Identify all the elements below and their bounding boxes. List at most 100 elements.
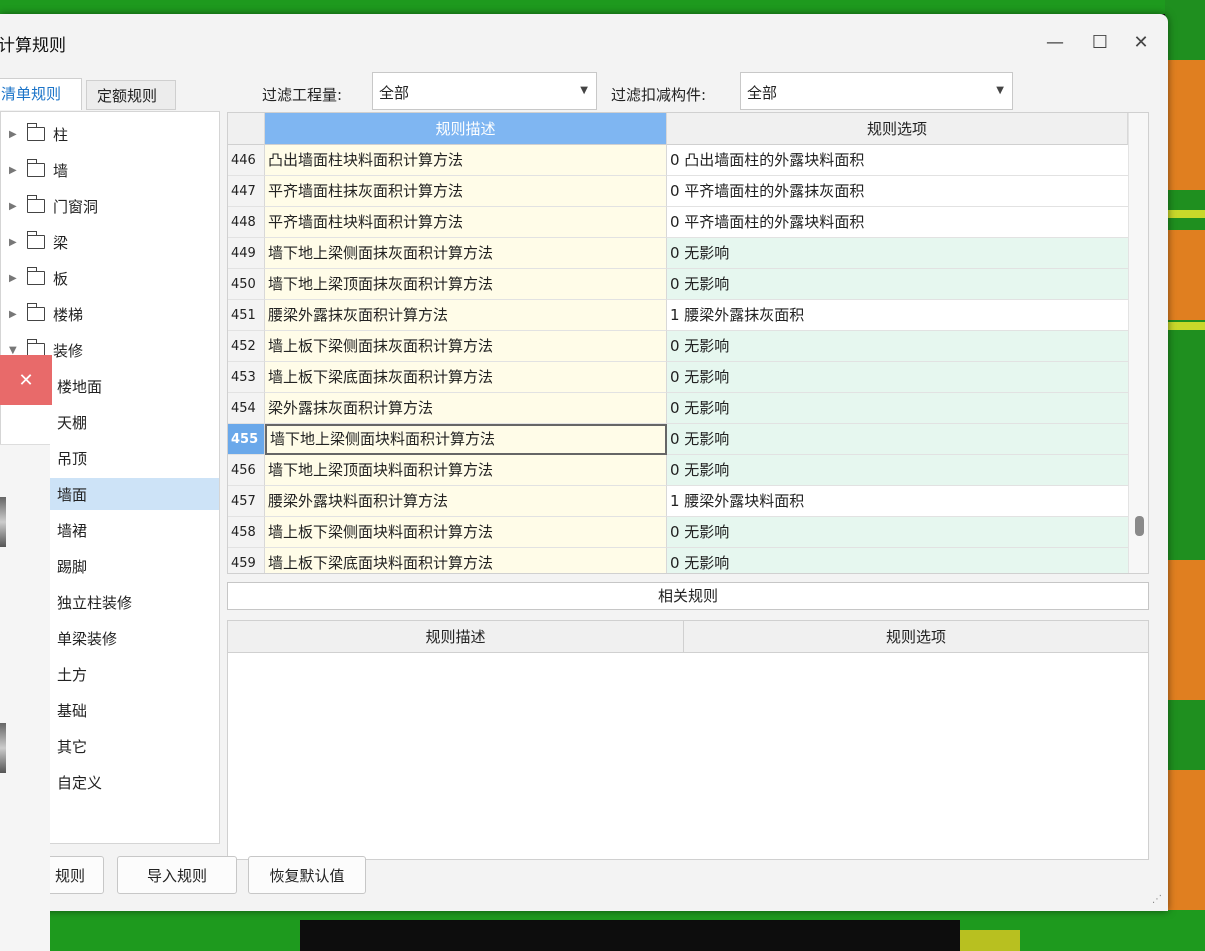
row-option[interactable]: 1 腰梁外露抹灰面积 <box>667 300 1128 331</box>
table-row[interactable]: 446 凸出墙面柱块料面积计算方法 0 凸出墙面柱的外露块料面积 <box>228 145 1128 176</box>
table-row[interactable]: 451 腰梁外露抹灰面积计算方法 1 腰梁外露抹灰面积 <box>228 300 1128 331</box>
tree-folder-column[interactable]: ▶ 柱 <box>1 118 219 150</box>
table-row[interactable]: 456 墙下地上梁顶面块料面积计算方法 0 无影响 <box>228 455 1128 486</box>
row-desc[interactable]: 腰梁外露块料面积计算方法 <box>265 486 667 517</box>
vertical-scrollbar[interactable] <box>1128 113 1148 573</box>
scrollbar-thumb[interactable] <box>1135 516 1144 536</box>
background-line <box>1168 322 1205 330</box>
row-option[interactable]: 0 无影响 <box>667 238 1128 269</box>
tree-folder-stairs[interactable]: ▶ 楼梯 <box>1 298 219 330</box>
import-rules-button[interactable]: 导入规则 <box>117 856 237 894</box>
row-desc[interactable]: 平齐墙面柱抹灰面积计算方法 <box>265 176 667 207</box>
thumbnail-image[interactable] <box>0 723 6 773</box>
tree-folder-label: 墙 <box>53 161 69 180</box>
row-desc[interactable]: 平齐墙面柱块料面积计算方法 <box>265 207 667 238</box>
filter-quantity-value: 全部 <box>379 84 410 102</box>
row-number: 449 <box>228 238 265 269</box>
tree-item-ceiling[interactable]: 天棚 <box>1 406 219 438</box>
expand-arrow-icon[interactable]: ▶ <box>9 201 23 212</box>
row-option[interactable]: 1 腰梁外露块料面积 <box>667 486 1128 517</box>
table-row[interactable]: 447 平齐墙面柱抹灰面积计算方法 0 平齐墙面柱的外露抹灰面积 <box>228 176 1128 207</box>
tree-folder-slab[interactable]: ▶ 板 <box>1 262 219 294</box>
expand-arrow-icon[interactable]: ▶ <box>9 165 23 176</box>
row-option[interactable]: 0 无影响 <box>667 393 1128 424</box>
row-number: 447 <box>228 176 265 207</box>
row-option[interactable]: 0 无影响 <box>667 269 1128 300</box>
minimize-button[interactable]: — <box>1040 28 1070 56</box>
grid-header-opt[interactable]: 规则选项 <box>667 113 1128 145</box>
grid-header-desc[interactable]: 规则描述 <box>265 113 667 145</box>
row-number: 457 <box>228 486 265 517</box>
table-row[interactable]: 450 墙下地上梁顶面抹灰面积计算方法 0 无影响 <box>228 269 1128 300</box>
tree-folder-beam[interactable]: ▶ 梁 <box>1 226 219 258</box>
filter-quantity-select[interactable]: 全部 ▼ <box>372 72 597 110</box>
title-bar[interactable]: 计算规则 — ☐ ✕ <box>0 14 1168 68</box>
collapse-arrow-icon[interactable]: ▼ <box>9 345 23 356</box>
table-row[interactable]: 458 墙上板下梁侧面块料面积计算方法 0 无影响 <box>228 517 1128 548</box>
row-option[interactable]: 0 无影响 <box>667 331 1128 362</box>
related-header-opt[interactable]: 规则选项 <box>684 621 1148 653</box>
table-row[interactable]: 452 墙上板下梁侧面抹灰面积计算方法 0 无影响 <box>228 331 1128 362</box>
tree-folder-openings[interactable]: ▶ 门窗洞 <box>1 190 219 222</box>
background-block <box>1168 770 1205 910</box>
row-number: 458 <box>228 517 265 548</box>
thumbnail-image[interactable] <box>0 497 6 547</box>
table-row[interactable]: 459 墙上板下梁底面块料面积计算方法 0 无影响 <box>228 548 1128 573</box>
tree-folder-label: 楼梯 <box>53 305 84 324</box>
row-option[interactable]: 0 凸出墙面柱的外露块料面积 <box>667 145 1128 176</box>
tab-quota-rules[interactable]: 定额规则 <box>86 80 176 110</box>
table-row[interactable]: 454 梁外露抹灰面积计算方法 0 无影响 <box>228 393 1128 424</box>
row-desc[interactable]: 墙上板下梁侧面抹灰面积计算方法 <box>265 331 667 362</box>
row-desc[interactable]: 墙上板下梁底面块料面积计算方法 <box>265 548 667 573</box>
row-option[interactable]: 0 平齐墙面柱的外露块料面积 <box>667 207 1128 238</box>
row-desc[interactable]: 墙下地上梁侧面块料面积计算方法 <box>265 424 667 455</box>
row-option[interactable]: 0 无影响 <box>667 424 1128 455</box>
tree-folder-wall[interactable]: ▶ 墙 <box>1 154 219 186</box>
tab-bill-rules[interactable]: 清单规则 <box>0 78 82 110</box>
background-block <box>1168 230 1205 320</box>
table-row[interactable]: 453 墙上板下梁底面抹灰面积计算方法 0 无影响 <box>228 362 1128 393</box>
tree-folder-label: 梁 <box>53 233 69 252</box>
related-rules-grid: 规则描述 规则选项 <box>227 620 1149 860</box>
restore-defaults-button[interactable]: 恢复默认值 <box>248 856 366 894</box>
row-desc[interactable]: 墙下地上梁侧面抹灰面积计算方法 <box>265 238 667 269</box>
expand-arrow-icon[interactable]: ▶ <box>9 129 23 140</box>
tree-folder-label: 装修 <box>53 341 84 360</box>
row-option[interactable]: 0 无影响 <box>667 362 1128 393</box>
row-option[interactable]: 0 无影响 <box>667 517 1128 548</box>
close-button[interactable]: ✕ <box>1126 28 1156 56</box>
expand-arrow-icon[interactable]: ▶ <box>9 273 23 284</box>
row-desc[interactable]: 墙下地上梁顶面抹灰面积计算方法 <box>265 269 667 300</box>
row-option[interactable]: 0 无影响 <box>667 548 1128 573</box>
related-header-desc[interactable]: 规则描述 <box>228 621 684 653</box>
background-block <box>1168 560 1205 700</box>
close-icon[interactable]: ✕ <box>0 355 52 405</box>
background-line <box>1168 210 1205 218</box>
row-desc[interactable]: 墙上板下梁侧面块料面积计算方法 <box>265 517 667 548</box>
filter-deduct-select[interactable]: 全部 ▼ <box>740 72 1013 110</box>
chevron-down-icon: ▼ <box>580 85 588 96</box>
row-number: 446 <box>228 145 265 176</box>
table-row[interactable]: 448 平齐墙面柱块料面积计算方法 0 平齐墙面柱的外露块料面积 <box>228 207 1128 238</box>
row-number: 448 <box>228 207 265 238</box>
expand-arrow-icon[interactable]: ▶ <box>9 309 23 320</box>
maximize-button[interactable]: ☐ <box>1085 28 1115 56</box>
expand-arrow-icon[interactable]: ▶ <box>9 237 23 248</box>
table-row-selected[interactable]: 455 墙下地上梁侧面块料面积计算方法 0 无影响 <box>228 424 1128 455</box>
filter-deduct-value: 全部 <box>747 84 778 102</box>
tree-folder-label: 柱 <box>53 125 69 144</box>
window-title: 计算规则 <box>0 36 66 56</box>
row-desc[interactable]: 墙上板下梁底面抹灰面积计算方法 <box>265 362 667 393</box>
row-desc[interactable]: 凸出墙面柱块料面积计算方法 <box>265 145 667 176</box>
row-number: 459 <box>228 548 265 573</box>
row-desc[interactable]: 墙下地上梁顶面块料面积计算方法 <box>265 455 667 486</box>
row-option[interactable]: 0 平齐墙面柱的外露抹灰面积 <box>667 176 1128 207</box>
row-option[interactable]: 0 无影响 <box>667 455 1128 486</box>
table-row[interactable]: 457 腰梁外露块料面积计算方法 1 腰梁外露块料面积 <box>228 486 1128 517</box>
resize-grip-icon[interactable]: ⋰ <box>1152 894 1162 905</box>
row-desc[interactable]: 腰梁外露抹灰面积计算方法 <box>265 300 667 331</box>
row-number: 454 <box>228 393 265 424</box>
row-number: 456 <box>228 455 265 486</box>
row-desc[interactable]: 梁外露抹灰面积计算方法 <box>265 393 667 424</box>
table-row[interactable]: 449 墙下地上梁侧面抹灰面积计算方法 0 无影响 <box>228 238 1128 269</box>
